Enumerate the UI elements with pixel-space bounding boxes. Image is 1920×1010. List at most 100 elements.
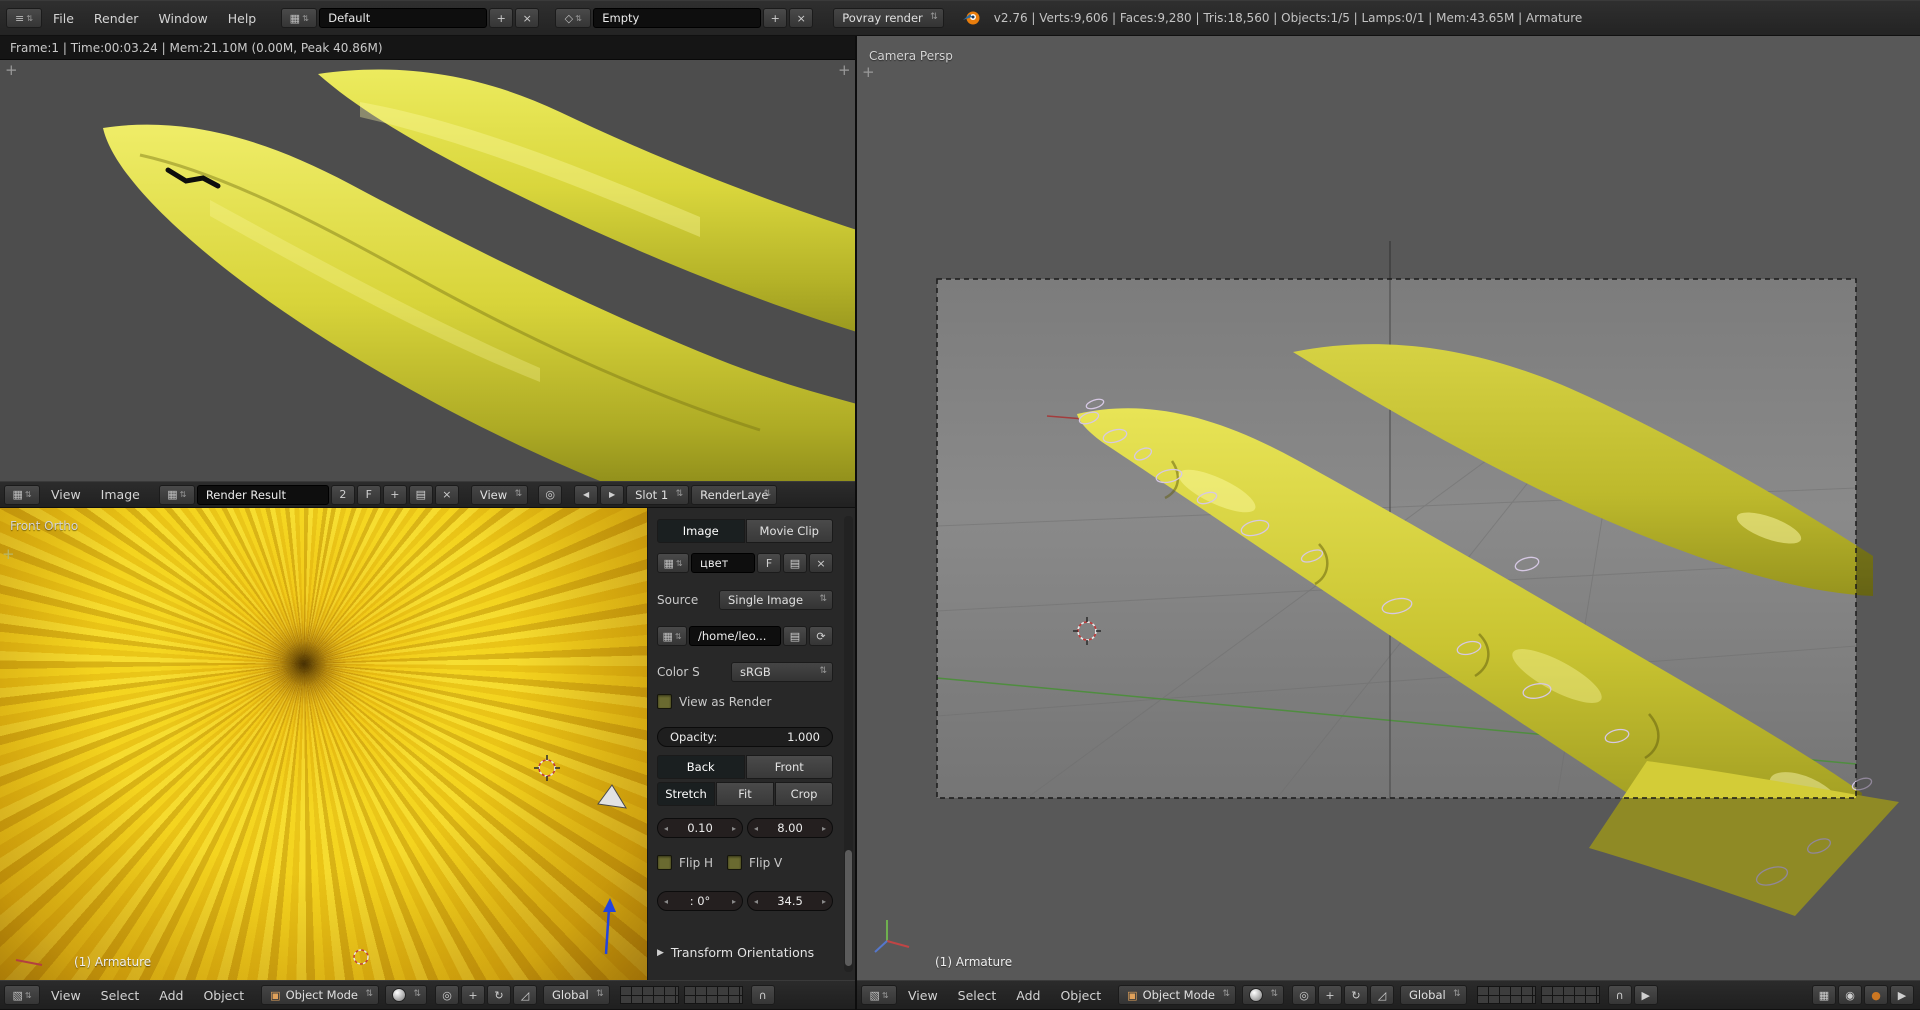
record-button[interactable]: ●: [1864, 985, 1888, 1005]
reload-image-button[interactable]: ⟳: [809, 626, 833, 646]
view-as-render-checkbox[interactable]: [657, 694, 672, 709]
delete-scene-button[interactable]: ×: [789, 8, 813, 28]
render-engine-dropdown[interactable]: Povray render: [833, 8, 944, 28]
layers-widget[interactable]: [620, 986, 679, 1004]
region-expand-icon[interactable]: +: [862, 66, 875, 78]
manipulator-translate-button[interactable]: +: [461, 985, 485, 1005]
bone-axis-arrow[interactable]: [603, 898, 616, 954]
editor-type-button[interactable]: ≡ ⇅: [6, 8, 42, 28]
mode-dropdown[interactable]: ▣ Object Mode: [261, 985, 379, 1005]
manipulator-scale-button[interactable]: ◿: [513, 985, 537, 1005]
region-expand-icon[interactable]: +: [2, 548, 15, 560]
size-field[interactable]: 34.5: [747, 891, 833, 911]
offset-y-field[interactable]: 8.00: [747, 818, 833, 838]
delete-layout-button[interactable]: ×: [515, 8, 539, 28]
fake-user-button[interactable]: F: [757, 553, 781, 573]
previous-slot-button[interactable]: ◀: [574, 485, 598, 505]
flip-h-checkbox[interactable]: [657, 855, 672, 870]
colorspace-dropdown[interactable]: sRGB: [731, 662, 833, 682]
add-scene-button[interactable]: +: [763, 8, 787, 28]
render-result-viewport[interactable]: [0, 60, 857, 481]
tab-image[interactable]: Image: [657, 519, 745, 543]
image-name-field[interactable]: цвет: [691, 553, 755, 573]
pin-button[interactable]: ◎: [538, 485, 562, 505]
snap-element-button[interactable]: ▶: [1634, 985, 1658, 1005]
image-browse-button[interactable]: ▦ ⇅: [159, 485, 195, 505]
fit-toggle[interactable]: Fit: [716, 782, 774, 806]
pack-image-button[interactable]: ▤: [409, 485, 433, 505]
unlink-image-button[interactable]: ×: [435, 485, 459, 505]
rotation-field[interactable]: : 0°: [657, 891, 743, 911]
transform-orientation-dropdown[interactable]: Global: [1400, 985, 1467, 1005]
menu-file[interactable]: File: [44, 11, 83, 26]
playback-button[interactable]: ▶: [1890, 985, 1914, 1005]
flip-v-checkbox[interactable]: [727, 855, 742, 870]
editor-type-button[interactable]: ▧ ⇅: [4, 985, 40, 1005]
opacity-slider[interactable]: Opacity: 1.000: [657, 727, 833, 747]
pack-button[interactable]: ▤: [783, 553, 807, 573]
transform-orientation-dropdown[interactable]: Global: [543, 985, 610, 1005]
new-image-button[interactable]: +: [383, 485, 407, 505]
3d-cursor[interactable]: [354, 950, 368, 964]
screen-layout-browse-button[interactable]: ▦ ⇅: [281, 8, 317, 28]
opengl-render-button[interactable]: ◉: [1838, 985, 1862, 1005]
mode-dropdown[interactable]: ▣ Object Mode: [1118, 985, 1236, 1005]
pivot-center-button[interactable]: ◎: [435, 985, 459, 1005]
camera-viewport[interactable]: [857, 36, 1920, 980]
menu-image[interactable]: Image: [92, 487, 149, 502]
stretch-toggle[interactable]: Stretch: [657, 782, 715, 806]
region-expand-icon[interactable]: +: [5, 64, 18, 76]
transform-orientations-panel-header[interactable]: ▶ Transform Orientations: [657, 945, 833, 960]
snap-button[interactable]: ∩: [1608, 985, 1632, 1005]
manipulator-translate-button[interactable]: +: [1318, 985, 1342, 1005]
slot-dropdown[interactable]: Slot 1: [626, 485, 689, 505]
menu-select[interactable]: Select: [92, 988, 149, 1003]
editor-type-button[interactable]: ▧ ⇅: [861, 985, 897, 1005]
image-datablock-field[interactable]: Render Result: [197, 485, 329, 505]
layers-widget[interactable]: [684, 986, 743, 1004]
menu-object[interactable]: Object: [1051, 988, 1110, 1003]
menu-view[interactable]: View: [899, 988, 947, 1003]
menu-help[interactable]: Help: [219, 11, 266, 26]
menu-window[interactable]: Window: [149, 11, 216, 26]
region-expand-icon[interactable]: +: [838, 64, 851, 76]
screen-layout-name-field[interactable]: Default: [319, 8, 487, 28]
3d-cursor[interactable]: [534, 755, 560, 781]
depth-back-toggle[interactable]: Back: [657, 755, 745, 779]
users-count-button[interactable]: 2: [331, 485, 355, 505]
layers-widget[interactable]: [1541, 986, 1600, 1004]
manipulator-scale-button[interactable]: ◿: [1370, 985, 1394, 1005]
scene-name-field[interactable]: Empty: [593, 8, 761, 28]
unlink-button[interactable]: ×: [809, 553, 833, 573]
menu-view[interactable]: View: [42, 988, 90, 1003]
tab-movie-clip[interactable]: Movie Clip: [746, 519, 834, 543]
filepath-field[interactable]: /home/leo...: [689, 626, 781, 646]
snap-button[interactable]: ∩: [751, 985, 775, 1005]
image-icon-button[interactable]: ▦ ⇅: [657, 626, 687, 646]
panel-scrollbar[interactable]: [844, 516, 853, 972]
manipulator-rotate-button[interactable]: ↻: [487, 985, 511, 1005]
menu-add[interactable]: Add: [150, 988, 192, 1003]
image-browse-button[interactable]: ▦ ⇅: [657, 553, 689, 573]
menu-view[interactable]: View: [42, 487, 90, 502]
fake-user-button[interactable]: F: [357, 485, 381, 505]
empty-object-marker[interactable]: [598, 785, 626, 808]
menu-object[interactable]: Object: [194, 988, 253, 1003]
file-browse-button[interactable]: ▤: [783, 626, 807, 646]
pivot-center-button[interactable]: ◎: [1292, 985, 1316, 1005]
depth-front-toggle[interactable]: Front: [746, 755, 834, 779]
layers-widget[interactable]: [1477, 986, 1536, 1004]
crop-toggle[interactable]: Crop: [775, 782, 833, 806]
viewport-shading-dropdown[interactable]: [385, 985, 427, 1005]
menu-add[interactable]: Add: [1007, 988, 1049, 1003]
scene-browse-button[interactable]: ◇ ⇅: [555, 8, 591, 28]
menu-select[interactable]: Select: [949, 988, 1006, 1003]
viewport-shading-dropdown[interactable]: [1242, 985, 1284, 1005]
source-dropdown[interactable]: Single Image: [719, 590, 833, 610]
manipulator-rotate-button[interactable]: ↻: [1344, 985, 1368, 1005]
menu-render[interactable]: Render: [85, 11, 148, 26]
display-channels-dropdown[interactable]: View: [471, 485, 528, 505]
editor-type-button[interactable]: ▦ ⇅: [4, 485, 40, 505]
scrollbar-thumb[interactable]: [845, 850, 852, 966]
render-layer-dropdown[interactable]: RenderLaye: [691, 485, 777, 505]
